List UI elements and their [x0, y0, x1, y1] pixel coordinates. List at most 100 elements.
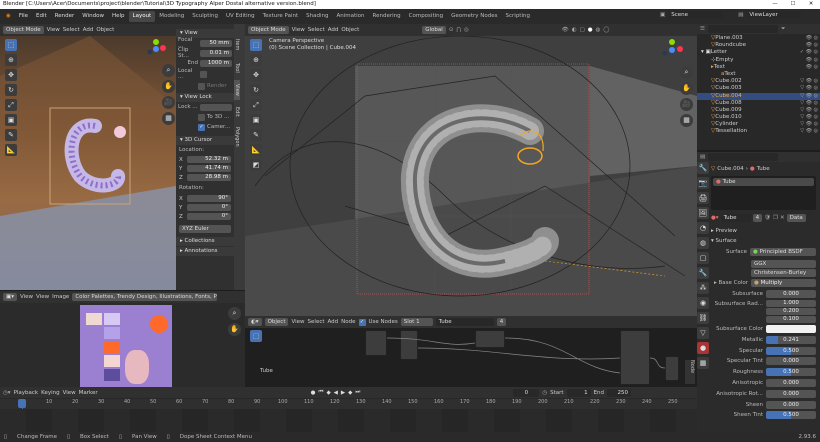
link-data-dropdown[interactable]: Data: [786, 214, 806, 222]
view-layer-props-icon[interactable]: 🖼: [697, 207, 709, 219]
outliner-item-cube-008[interactable]: ▽ Cube.008 ▽ 👁 ◎: [697, 100, 820, 107]
cursor-y-field[interactable]: 41.74 m: [187, 165, 231, 172]
outliner-item-text-child[interactable]: a Text: [697, 71, 820, 78]
copy-icon[interactable]: ❐: [773, 215, 778, 221]
shading-rendered-icon[interactable]: ◯: [603, 27, 609, 33]
timeline-track-area[interactable]: [0, 409, 697, 432]
cursor-tool-icon[interactable]: ⊕: [5, 54, 17, 66]
tool-props-icon[interactable]: 🔧: [697, 162, 709, 174]
view-lock-header[interactable]: ▾ View Lock: [176, 93, 234, 102]
material-users-count[interactable]: 4: [496, 318, 507, 326]
rot-z-field[interactable]: 0°: [187, 213, 231, 220]
outliner[interactable]: ☰ ⏷ ▽ Plane.003 👁 ◎ ▽ Roundcube 👁 ◎ ▾ ▣ Le…: [697, 24, 820, 150]
annotations-panel-header[interactable]: ▸ Annotations: [176, 247, 234, 256]
material-slot-item[interactable]: ● Tube: [713, 178, 814, 186]
prev-keyframe-icon[interactable]: ◆: [326, 390, 330, 396]
rot-y-field[interactable]: 0°: [187, 204, 231, 211]
preview-range-icon[interactable]: ◷: [542, 390, 547, 396]
main-measure-tool-icon[interactable]: 📐: [250, 144, 262, 156]
sheen-slider[interactable]: 0.000: [766, 400, 816, 409]
shading-solid-icon[interactable]: ●: [588, 27, 593, 33]
roughness-slider[interactable]: 0.500: [766, 368, 816, 377]
tab-animation[interactable]: Animation: [332, 11, 368, 22]
output-props-icon[interactable]: 🖨: [697, 192, 709, 204]
scale-tool-icon[interactable]: ⤢: [5, 99, 17, 111]
main-menu-view[interactable]: View: [292, 27, 305, 33]
main-menu-object[interactable]: Object: [341, 27, 359, 33]
cursor-x-field[interactable]: 52.32 m: [187, 156, 231, 163]
material-name-field[interactable]: Tube: [435, 318, 494, 326]
subsurface-radius-x-field[interactable]: 1.000: [766, 300, 816, 308]
clip-start-field[interactable]: 0.01 m: [200, 49, 232, 57]
surface-panel-header[interactable]: ▾ Surface: [711, 236, 820, 246]
main-rotate-tool-icon[interactable]: ↻: [250, 84, 262, 96]
left-navigation-gizmo[interactable]: [145, 38, 167, 60]
minimize-button[interactable]: —: [766, 0, 784, 9]
material-props-icon[interactable]: ●: [697, 342, 709, 354]
main-camera-view-icon[interactable]: 🎥: [680, 98, 693, 111]
timeline-menu-marker[interactable]: Marker: [79, 390, 98, 396]
tab-scripting[interactable]: Scripting: [502, 11, 534, 22]
sheen-tint-slider[interactable]: 0.500: [766, 411, 816, 420]
world-props-icon[interactable]: ◍: [697, 237, 709, 249]
menu-file[interactable]: File: [15, 9, 32, 24]
play-icon[interactable]: ▶: [341, 390, 345, 396]
outliner-item-letter[interactable]: ▾ ▣ Letter ✓ 👁 ◎: [697, 49, 820, 56]
close-button[interactable]: ✕: [802, 0, 820, 9]
fake-user-icon[interactable]: 🛡: [764, 215, 771, 221]
properties-editor[interactable]: ▤ 🔧 📷 🖨 🖼 ◔ ◍ ▢ 🔧 ⁂ ◉ ⛓ ▽ ● ▦ ▽ Cube.004…: [697, 152, 820, 432]
material-browse-icon[interactable]: ●▾: [711, 215, 719, 221]
current-frame-field[interactable]: 0: [513, 388, 540, 397]
jump-end-icon[interactable]: ⏭: [355, 389, 360, 396]
timeline-ruler[interactable]: 0 10 20 30 40 50 60 70 80 90 100 110 120…: [0, 399, 697, 409]
use-nodes-checkbox[interactable]: ✓: [358, 318, 366, 326]
left-menu-add[interactable]: Add: [83, 27, 94, 33]
main-select-tool-icon[interactable]: ⬚: [250, 39, 262, 51]
modifier-props-icon[interactable]: 🔧: [697, 267, 709, 279]
anisotropic-rotation-slider[interactable]: 0.000: [766, 389, 816, 398]
subsurface-radius-z-field[interactable]: 0.100: [766, 316, 816, 324]
surface-shader-selector[interactable]: ● Principled BSDF: [750, 247, 816, 256]
unlink-icon[interactable]: ✕: [780, 215, 785, 221]
rotation-mode-dropdown[interactable]: XYZ Euler: [179, 225, 231, 233]
grid-view-icon[interactable]: ▦: [162, 112, 175, 125]
node-object-dropdown[interactable]: Object: [264, 318, 289, 326]
zoom-icon[interactable]: ⌕: [162, 64, 175, 77]
transform-orientation-dropdown[interactable]: Global: [422, 26, 446, 34]
jump-start-icon[interactable]: ⏮: [318, 389, 323, 396]
rot-x-field[interactable]: 90°: [187, 195, 231, 202]
timeline-menu-keying[interactable]: Keying: [41, 390, 59, 396]
shader-node-editor[interactable]: ◐▾ Object View Select Add Node ✓ Use Nod…: [245, 316, 697, 387]
overlays-icon[interactable]: ◐: [572, 27, 577, 33]
particles-props-icon[interactable]: ⁂: [697, 282, 709, 294]
subsurface-method-dropdown[interactable]: Christensen-Burley: [751, 269, 816, 277]
distribution-dropdown[interactable]: GGX: [751, 260, 816, 268]
main-zoom-icon[interactable]: ⌕: [680, 66, 693, 79]
image-menu-image[interactable]: Image: [52, 294, 69, 300]
menu-window[interactable]: Window: [78, 9, 108, 24]
snap-magnet-icon[interactable]: ⋂: [456, 27, 461, 33]
collections-panel-header[interactable]: ▸ Collections: [176, 237, 234, 246]
next-keyframe-icon[interactable]: ◆: [348, 390, 352, 396]
outliner-type-icon[interactable]: ☰: [700, 26, 705, 32]
record-icon[interactable]: ●: [311, 390, 316, 396]
view-layer-selector[interactable]: ViewLayer: [746, 11, 802, 19]
node-sidebar-tab[interactable]: Node: [685, 360, 695, 384]
outliner-search-input[interactable]: [707, 25, 778, 33]
left-mode-selector[interactable]: Object Mode: [3, 26, 44, 34]
outliner-filter-icon[interactable]: ⏷: [781, 26, 785, 33]
clip-end-field[interactable]: 1000 m: [200, 59, 232, 67]
outliner-item-cylinder[interactable]: ▽ Cylinder ▽ 👁 ◎: [697, 121, 820, 128]
subsurface-field[interactable]: 0.000: [766, 290, 816, 299]
tab-texture-paint[interactable]: Texture Paint: [259, 11, 303, 22]
shading-material-icon[interactable]: ◍: [596, 27, 601, 33]
tab-polygon[interactable]: Polygon: [234, 124, 240, 150]
main-menu-select[interactable]: Select: [308, 27, 325, 33]
visibility-icon[interactable]: 👁: [562, 27, 569, 33]
move-tool-icon[interactable]: ✥: [5, 69, 17, 81]
xray-icon[interactable]: ▢: [580, 27, 585, 33]
main-scale-tool-icon[interactable]: ⤢: [250, 99, 262, 111]
lock-object-field[interactable]: [200, 103, 232, 111]
local-camera-checkbox[interactable]: [200, 70, 207, 78]
outliner-item-roundcube[interactable]: ▽ Roundcube 👁 ◎: [697, 42, 820, 49]
